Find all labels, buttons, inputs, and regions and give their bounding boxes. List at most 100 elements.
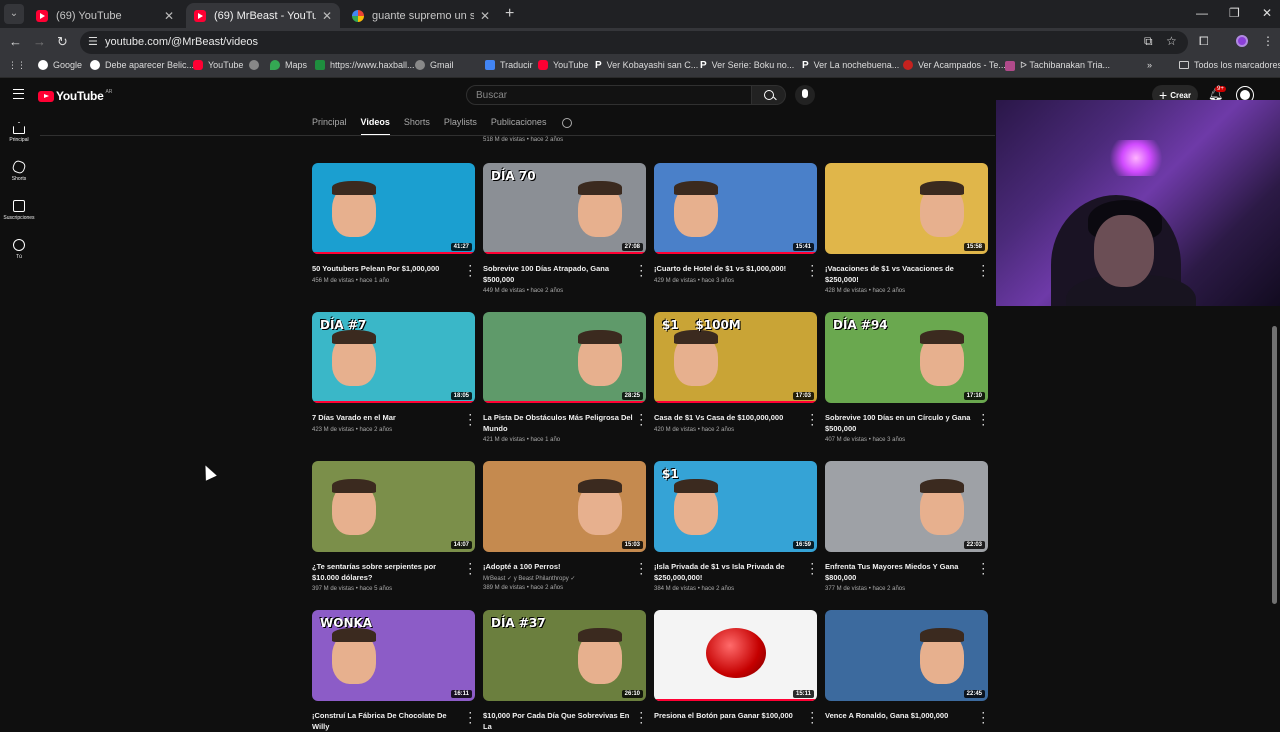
video-thumbnail[interactable]: $1 16:59 xyxy=(654,461,817,552)
close-tab-icon[interactable]: ✕ xyxy=(322,9,332,23)
video-thumbnail[interactable]: 22:03 xyxy=(825,461,988,552)
video-thumbnail[interactable]: 41:27 xyxy=(312,163,475,254)
guide-item-you[interactable]: Tú xyxy=(0,239,38,260)
video-thumbnail[interactable]: WONKA 16:11 xyxy=(312,610,475,701)
bookmark-google[interactable]: Google xyxy=(38,60,82,70)
bookmark-gmail[interactable]: Gmail xyxy=(415,60,454,70)
guide-item-shorts[interactable]: Shorts xyxy=(0,159,38,182)
menu-icon[interactable]: ⋮ xyxy=(1262,34,1274,48)
video-title[interactable]: La Pista De Obstáculos Más Peligrosa Del… xyxy=(483,413,633,434)
bookmark-boku[interactable]: P Ver Serie: Boku no... xyxy=(700,60,794,71)
bookmark-tachibanakan[interactable]: ᐅ Tachibanakan Tria... xyxy=(1005,60,1110,71)
bookmark-haxball[interactable]: https://www.haxball... xyxy=(315,60,415,70)
search-icon[interactable] xyxy=(752,85,786,105)
tab-videos[interactable]: Videos xyxy=(360,117,390,135)
bookmark-youtube[interactable]: YouTube xyxy=(193,60,243,70)
guide-item-home[interactable]: Principal xyxy=(0,122,38,143)
install-app-icon[interactable]: ⧉ xyxy=(1144,34,1153,49)
video-title[interactable]: 50 Youtubers Pelean Por $1,000,000 xyxy=(312,264,462,275)
tab-principal[interactable]: Principal xyxy=(312,117,347,135)
more-actions-icon[interactable]: · · · xyxy=(811,262,814,281)
video-card[interactable]: DÍA 70 27:08 Sobrevive 100 Días Atrapado, … xyxy=(483,163,646,296)
browser-tab-3[interactable]: guante supremo un show mas ✕ xyxy=(344,3,498,28)
bookmark-traducir[interactable]: Traducir xyxy=(485,60,533,70)
video-card[interactable]: 15:11 Presiona el Botón para Ganar $100,0… xyxy=(654,610,817,728)
video-card[interactable]: 41:27 50 Youtubers Pelean Por $1,000,000 4… xyxy=(312,163,475,286)
video-thumbnail[interactable]: 15:58 xyxy=(825,163,988,254)
more-actions-icon[interactable]: · · · xyxy=(469,262,472,281)
restore-icon[interactable]: ❐ xyxy=(1229,6,1240,20)
all-bookmarks-folder[interactable]: Todos los marcadores xyxy=(1179,60,1280,70)
video-thumbnail[interactable]: 22:45 xyxy=(825,610,988,701)
bookmark-belic[interactable]: Debe aparecer Belic... xyxy=(90,60,194,70)
video-title[interactable]: 7 Días Varado en el Mar xyxy=(312,413,462,424)
video-thumbnail[interactable]: 14:07 xyxy=(312,461,475,552)
extensions-icon[interactable]: ⧠ xyxy=(1199,34,1209,49)
video-title[interactable]: ¡Isla Privada de $1 vs Isla Privada de $… xyxy=(654,562,804,583)
more-actions-icon[interactable]: · · · xyxy=(640,709,643,728)
video-title[interactable]: $10,000 Por Cada Día Que Sobrevivas En L… xyxy=(483,711,633,732)
video-title[interactable]: ¡Construí La Fábrica De Chocolate De Wil… xyxy=(312,711,462,732)
video-card[interactable]: 22:03 Enfrenta Tus Mayores Miedos Y Gana … xyxy=(825,461,988,594)
video-thumbnail[interactable]: $1 $100M 17:03 xyxy=(654,312,817,403)
video-thumbnail[interactable]: 15:03 xyxy=(483,461,646,552)
forward-icon[interactable]: → xyxy=(33,34,46,49)
bookmark-kobayashi[interactable]: P Ver Kobayashi san C... xyxy=(595,60,698,71)
more-actions-icon[interactable]: · · · xyxy=(640,560,643,579)
video-card[interactable]: DÍA #94 17:10 Sobrevive 100 Días en un Cír… xyxy=(825,312,988,445)
hamburger-menu-icon[interactable] xyxy=(13,89,24,99)
bookmark-maps[interactable]: Maps xyxy=(270,60,307,70)
profile-avatar-icon[interactable] xyxy=(1236,35,1248,47)
video-thumbnail[interactable]: 28:25 xyxy=(483,312,646,403)
tab-publicaciones[interactable]: Publicaciones xyxy=(491,117,547,135)
video-channels[interactable]: MrBeast ✓ y Beast Philanthropy ✓ xyxy=(483,575,646,584)
video-card[interactable]: $1 $100M 17:03 Casa de $1 Vs Casa de $100,… xyxy=(654,312,817,435)
browser-tab-1[interactable]: (69) YouTube ✕ xyxy=(28,3,182,28)
back-icon[interactable]: ← xyxy=(9,34,22,49)
video-card[interactable]: WONKA 16:11 ¡Construí La Fábrica De Chocol… xyxy=(312,610,475,732)
video-thumbnail[interactable]: DÍA #7 18:05 xyxy=(312,312,475,403)
bookmark-youtube-2[interactable]: YouTube xyxy=(538,60,588,70)
close-tab-icon[interactable]: ✕ xyxy=(164,9,174,23)
more-actions-icon[interactable]: · · · xyxy=(982,560,985,579)
video-title[interactable]: ¿Te sentarías sobre serpientes por $10.0… xyxy=(312,562,462,583)
video-card[interactable]: $1 16:59 ¡Isla Privada de $1 vs Isla Priva… xyxy=(654,461,817,594)
more-actions-icon[interactable]: · · · xyxy=(982,411,985,430)
more-actions-icon[interactable]: · · · xyxy=(469,709,472,728)
video-card[interactable]: 22:45 Vence A Ronaldo, Gana $1,000,000 · · · xyxy=(825,610,988,728)
video-title[interactable]: Sobrevive 100 Días Atrapado, Gana $500,0… xyxy=(483,264,633,285)
more-actions-icon[interactable]: · · · xyxy=(640,411,643,430)
guide-item-subscriptions[interactable]: Suscripciones xyxy=(0,200,38,221)
video-title[interactable]: ¡Adopté a 100 Perros! xyxy=(483,562,633,573)
page-scrollbar[interactable] xyxy=(1272,326,1277,604)
video-thumbnail[interactable]: DÍA #37 26:10 xyxy=(483,610,646,701)
more-actions-icon[interactable]: · · · xyxy=(982,262,985,281)
close-tab-icon[interactable]: ✕ xyxy=(480,9,490,23)
url-text[interactable]: youtube.com/@MrBeast/videos xyxy=(105,36,258,48)
more-actions-icon[interactable]: · · · xyxy=(811,709,814,728)
more-actions-icon[interactable]: · · · xyxy=(469,560,472,579)
more-actions-icon[interactable]: · · · xyxy=(811,411,814,430)
bookmark-nochebuena[interactable]: P Ver La nochebuena... xyxy=(802,60,899,71)
video-card[interactable]: 14:07 ¿Te sentarías sobre serpientes por … xyxy=(312,461,475,594)
video-thumbnail[interactable]: 15:11 xyxy=(654,610,817,701)
more-actions-icon[interactable]: · · · xyxy=(811,560,814,579)
video-card[interactable]: 15:58 ¡Vacaciones de $1 vs Vacaciones de … xyxy=(825,163,988,296)
tab-search-button[interactable]: ⌄ xyxy=(4,4,24,24)
new-tab-button[interactable]: + xyxy=(505,5,514,23)
minimize-icon[interactable]: — xyxy=(1196,6,1208,20)
site-info-icon[interactable]: ☰ xyxy=(88,35,98,48)
search-input[interactable]: Buscar xyxy=(466,85,752,105)
more-actions-icon[interactable]: · · · xyxy=(640,262,643,281)
video-card[interactable]: 15:41 ¡Cuarto de Hotel de $1 vs $1,000,00… xyxy=(654,163,817,286)
more-bookmarks-icon[interactable]: » xyxy=(1147,60,1152,70)
microphone-icon[interactable] xyxy=(795,85,815,105)
video-card[interactable]: 15:03 ¡Adopté a 100 Perros! MrBeast ✓ y Be… xyxy=(483,461,646,593)
video-title[interactable]: ¡Cuarto de Hotel de $1 vs $1,000,000! xyxy=(654,264,804,275)
video-card[interactable]: DÍA #7 18:05 7 Días Varado en el Mar 423 M … xyxy=(312,312,475,435)
tab-shorts[interactable]: Shorts xyxy=(404,117,430,135)
video-thumbnail[interactable]: 15:41 xyxy=(654,163,817,254)
youtube-logo[interactable]: YouTube AR xyxy=(38,89,112,103)
video-title[interactable]: Sobrevive 100 Días en un Círculo y Gana … xyxy=(825,413,975,434)
apps-icon[interactable]: ⋮⋮ xyxy=(8,60,26,71)
